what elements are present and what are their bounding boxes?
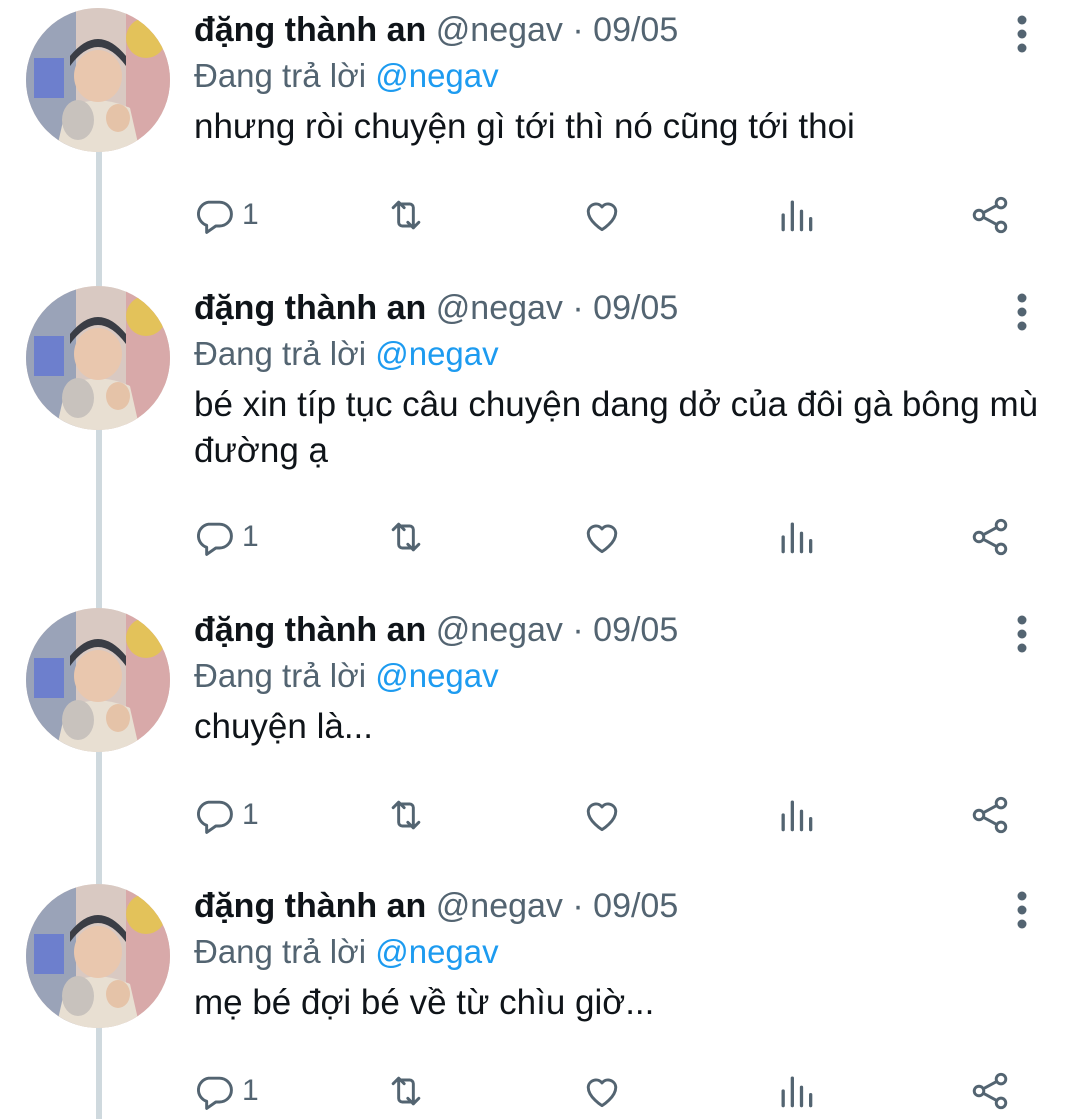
tweet-text: nhưng ròi chuyện gì tới thì nó cũng tới … — [194, 107, 855, 146]
more-options-button[interactable] — [1004, 14, 1040, 54]
author-handle[interactable]: @negav — [436, 289, 563, 327]
tweet-text: mẹ bé đợi bé về từ chìu giờ... — [194, 983, 655, 1022]
more-vertical-icon — [1017, 293, 1027, 331]
separator-dot: · — [572, 289, 584, 327]
reply-context: Đang trả lời @negav — [194, 928, 1040, 976]
share-button[interactable] — [968, 790, 1012, 840]
tweet-actions: 1 — [192, 512, 1022, 562]
tweet-date[interactable]: 09/05 — [593, 289, 678, 327]
views-button[interactable] — [774, 190, 818, 240]
reply-context: Đang trả lời @negav — [194, 652, 1040, 700]
tweet-text: chuyện là... — [194, 707, 373, 746]
views-button[interactable] — [774, 1066, 818, 1116]
author-name[interactable]: đặng thành an — [194, 887, 426, 925]
reply-context: Đang trả lời @negav — [194, 52, 1040, 100]
author-handle[interactable]: @negav — [436, 11, 563, 49]
retweet-button[interactable] — [384, 1066, 428, 1116]
heart-icon — [586, 1078, 618, 1108]
tweet-thread: đặng thành an @negav · 09/05 Đang trả lờ… — [0, 0, 1080, 1119]
avatar[interactable] — [26, 884, 170, 1028]
author-handle[interactable]: @negav — [436, 887, 563, 925]
reply-context: Đang trả lời @negav — [194, 330, 1040, 378]
reply-count: 1 — [242, 520, 259, 553]
tweet-date[interactable]: 09/05 — [593, 887, 678, 925]
share-button[interactable] — [968, 190, 1012, 240]
reply-prefix: Đang trả lời — [194, 335, 367, 372]
reply-icon — [197, 800, 233, 834]
share-button[interactable] — [968, 1066, 1012, 1116]
reply-prefix: Đang trả lời — [194, 933, 367, 970]
heart-icon — [586, 524, 618, 554]
reply-icon — [197, 522, 233, 556]
more-options-button[interactable] — [1004, 890, 1040, 930]
tweet-actions: 1 — [192, 790, 1022, 840]
retweet-icon — [391, 522, 421, 552]
author-name[interactable]: đặng thành an — [194, 289, 426, 327]
retweet-button[interactable] — [384, 790, 428, 840]
avatar[interactable] — [26, 608, 170, 752]
reply-mention-link[interactable]: @negav — [375, 657, 498, 694]
reply-mention-link[interactable]: @negav — [375, 335, 498, 372]
retweet-icon — [391, 800, 421, 830]
author-name[interactable]: đặng thành an — [194, 611, 426, 649]
reply-button[interactable]: 1 — [192, 512, 259, 562]
reply-icon — [197, 1076, 233, 1110]
views-button[interactable] — [774, 512, 818, 562]
retweet-button[interactable] — [384, 190, 428, 240]
retweet-icon — [391, 1076, 421, 1106]
avatar[interactable] — [26, 286, 170, 430]
reply-prefix: Đang trả lời — [194, 57, 367, 94]
like-button[interactable] — [580, 790, 624, 840]
share-icon — [972, 196, 1008, 234]
tweet-date[interactable]: 09/05 — [593, 611, 678, 649]
author-handle[interactable]: @negav — [436, 611, 563, 649]
reply-mention-link[interactable]: @negav — [375, 57, 498, 94]
more-options-button[interactable] — [1004, 614, 1040, 654]
reply-mention-link[interactable]: @negav — [375, 933, 498, 970]
reply-button[interactable]: 1 — [192, 790, 259, 840]
reply-count: 1 — [242, 798, 259, 831]
separator-dot: · — [572, 611, 584, 649]
reply-count: 1 — [242, 198, 259, 231]
like-button[interactable] — [580, 1066, 624, 1116]
author-name[interactable]: đặng thành an — [194, 11, 426, 49]
views-icon — [781, 522, 813, 554]
views-icon — [781, 800, 813, 832]
tweet-date[interactable]: 09/05 — [593, 11, 678, 49]
separator-dot: · — [572, 887, 584, 925]
share-icon — [972, 518, 1008, 556]
more-options-button[interactable] — [1004, 292, 1040, 332]
share-icon — [972, 1072, 1008, 1110]
share-button[interactable] — [968, 512, 1012, 562]
like-button[interactable] — [580, 190, 624, 240]
reply-button[interactable]: 1 — [192, 1066, 259, 1116]
tweet-actions: 1 — [192, 190, 1022, 240]
more-vertical-icon — [1017, 891, 1027, 929]
reply-prefix: Đang trả lời — [194, 657, 367, 694]
views-button[interactable] — [774, 790, 818, 840]
retweet-icon — [391, 200, 421, 230]
heart-icon — [586, 802, 618, 832]
like-button[interactable] — [580, 512, 624, 562]
share-icon — [972, 796, 1008, 834]
reply-icon — [197, 200, 233, 234]
tweet-text: bé xin típ tục câu chuyện dang dở của đô… — [194, 385, 1039, 470]
separator-dot: · — [572, 11, 584, 49]
views-icon — [781, 200, 813, 232]
retweet-button[interactable] — [384, 512, 428, 562]
tweet-actions: 1 — [192, 1066, 1022, 1116]
reply-button[interactable]: 1 — [192, 190, 259, 240]
views-icon — [781, 1076, 813, 1108]
more-vertical-icon — [1017, 615, 1027, 653]
more-vertical-icon — [1017, 15, 1027, 53]
heart-icon — [586, 202, 618, 232]
reply-count: 1 — [242, 1074, 259, 1107]
avatar[interactable] — [26, 8, 170, 152]
